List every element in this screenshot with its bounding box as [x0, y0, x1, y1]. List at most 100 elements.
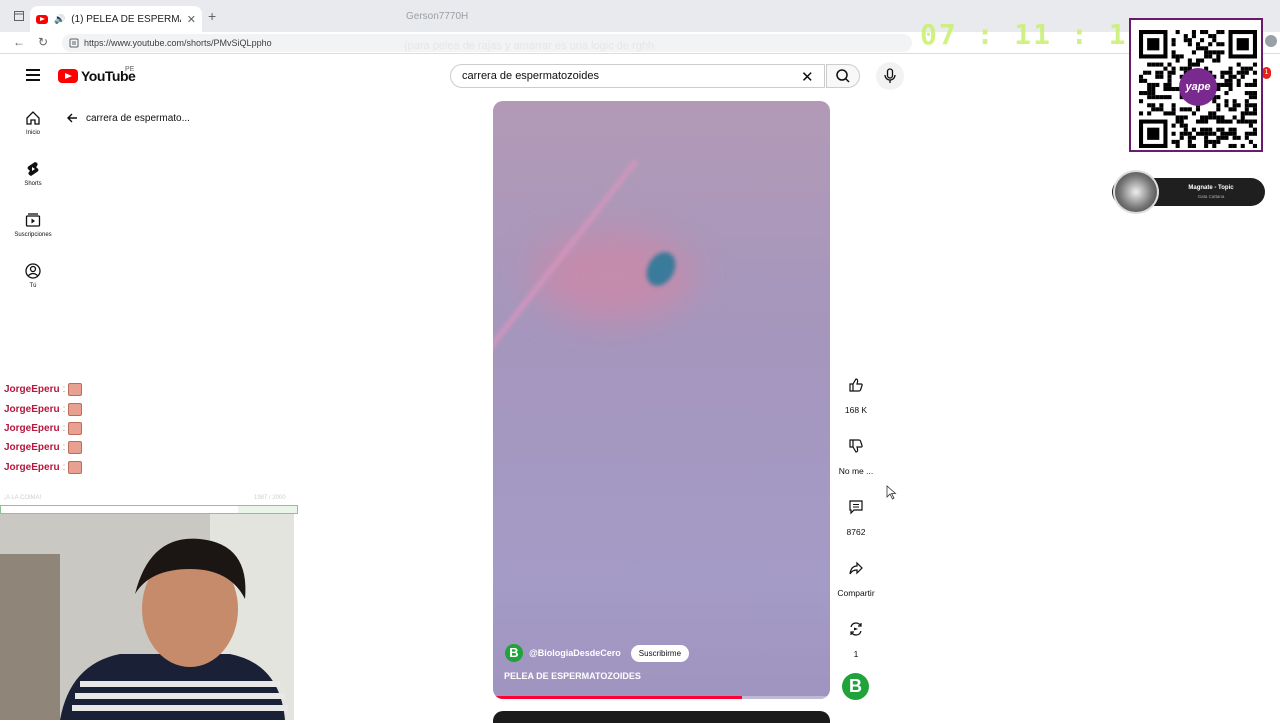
qr-module	[1171, 123, 1176, 128]
comment-count: 8762	[846, 527, 866, 537]
back-to-results-link[interactable]: carrera de espermato...	[66, 112, 190, 124]
qr-module	[1179, 115, 1184, 120]
search-query: carrera de espermatozoides	[462, 70, 599, 82]
qr-module	[1240, 119, 1245, 124]
share-action[interactable]: Compartir	[833, 554, 879, 598]
notification-badge[interactable]: 1	[1262, 67, 1271, 79]
rail-label: Tú	[29, 283, 37, 289]
qr-module	[1147, 103, 1152, 108]
short-title[interactable]: PELEA DE ESPERMATOZOIDES	[504, 671, 641, 681]
qr-module	[1179, 119, 1184, 124]
chat-username: JorgeEperu	[4, 384, 60, 396]
rail-item-subscriptions[interactable]: Suscripciones	[6, 212, 60, 238]
video-progress-bar[interactable]	[493, 696, 830, 699]
qr-module	[1151, 95, 1156, 100]
qr-module	[1175, 115, 1180, 120]
search-input[interactable]: carrera de espermatozoides	[450, 64, 825, 88]
next-short-preview[interactable]	[493, 711, 830, 723]
qr-module	[1147, 111, 1152, 116]
new-tab-icon[interactable]: +	[208, 8, 216, 24]
qr-module	[1204, 119, 1209, 124]
qr-module	[1252, 91, 1257, 96]
comments-action[interactable]: 8762	[833, 493, 879, 537]
reload-icon[interactable]: ↻	[38, 35, 48, 49]
qr-module	[1248, 95, 1253, 100]
qr-module	[1236, 78, 1241, 83]
qr-module	[1147, 82, 1152, 87]
rail-item-home[interactable]: Inicio	[6, 110, 60, 136]
qr-module	[1236, 82, 1241, 87]
qr-module	[1147, 70, 1152, 75]
qr-module	[1216, 135, 1221, 140]
qr-module	[1208, 115, 1213, 120]
chat-message: JorgeEperu:	[4, 419, 83, 438]
back-nav-icon[interactable]: ←	[13, 35, 25, 49]
qr-module	[1139, 78, 1144, 83]
rail-item-you[interactable]: Tú	[6, 263, 60, 289]
menu-icon[interactable]	[26, 69, 40, 81]
qr-module	[1179, 123, 1184, 128]
qr-module	[1191, 34, 1196, 39]
dislike-action[interactable]: No me ...	[833, 432, 879, 476]
qr-module	[1183, 131, 1188, 136]
share-button[interactable]	[842, 554, 870, 582]
short-video-player[interactable]: B @BiologiaDesdeCero Suscribirme PELEA D…	[493, 101, 830, 699]
qr-module	[1187, 131, 1192, 136]
qr-module	[1228, 78, 1233, 83]
site-info-icon[interactable]	[69, 38, 79, 48]
goal-progress-fill	[1, 506, 238, 513]
qr-module	[1244, 103, 1249, 108]
channel-name[interactable]: @BiologiaDesdeCero	[529, 648, 621, 658]
qr-module	[1216, 115, 1221, 120]
remix-button[interactable]	[842, 615, 870, 643]
qr-module	[1195, 107, 1201, 112]
qr-module	[1244, 135, 1249, 140]
qr-module	[1244, 66, 1249, 71]
qr-module	[1236, 103, 1241, 108]
qr-module	[1240, 66, 1245, 71]
qr-module	[1163, 66, 1168, 71]
speaker-icon[interactable]: 🔊	[54, 14, 65, 25]
qr-module	[1240, 70, 1245, 75]
dislike-button[interactable]	[842, 432, 870, 460]
voice-search-button[interactable]	[876, 62, 904, 90]
tab-list-icon[interactable]	[14, 11, 24, 21]
qr-module	[1195, 131, 1201, 136]
video-frame-detail	[493, 159, 639, 368]
qr-module	[1228, 143, 1233, 148]
qr-module	[1220, 74, 1225, 79]
clear-search-icon[interactable]: ✕	[801, 68, 814, 86]
qr-module	[1204, 139, 1209, 144]
qr-module	[1187, 58, 1192, 63]
remix-action[interactable]: 1	[833, 615, 879, 659]
qr-module	[1208, 111, 1213, 116]
browser-tab[interactable]: 🔊 (1) PELEA DE ESPERMATOZO ✕	[30, 6, 202, 32]
like-action[interactable]: 168 K	[833, 371, 879, 415]
close-tab-icon[interactable]: ✕	[187, 13, 196, 26]
qr-module	[1204, 54, 1209, 59]
qr-module	[1248, 139, 1253, 144]
comments-button[interactable]	[842, 493, 870, 521]
song-title: Magnate - Topic	[1188, 185, 1234, 191]
qr-module	[1195, 119, 1201, 124]
qr-module	[1204, 115, 1209, 120]
channel-avatar-button[interactable]: B	[842, 673, 869, 700]
qr-module	[1240, 115, 1245, 120]
qr-module	[1216, 95, 1221, 100]
qr-module	[1232, 131, 1237, 136]
like-button[interactable]	[842, 371, 870, 399]
qr-module	[1208, 50, 1213, 55]
profile-icon[interactable]	[1265, 35, 1277, 47]
chat-separator: :	[62, 442, 66, 454]
qr-module	[1228, 127, 1233, 132]
search-button[interactable]	[826, 64, 860, 88]
url-text: https://www.youtube.com/shorts/PMvSiQLpp…	[84, 38, 272, 48]
channel-avatar[interactable]: B	[505, 644, 523, 662]
qr-module	[1163, 82, 1168, 87]
qr-module	[1216, 139, 1221, 144]
qr-module	[1240, 74, 1245, 79]
subscribe-button[interactable]: Suscribirme	[630, 644, 690, 662]
rail-item-shorts[interactable]: Shorts	[6, 161, 60, 187]
qr-module	[1200, 119, 1205, 124]
youtube-logo[interactable]: YouTube	[58, 68, 136, 84]
